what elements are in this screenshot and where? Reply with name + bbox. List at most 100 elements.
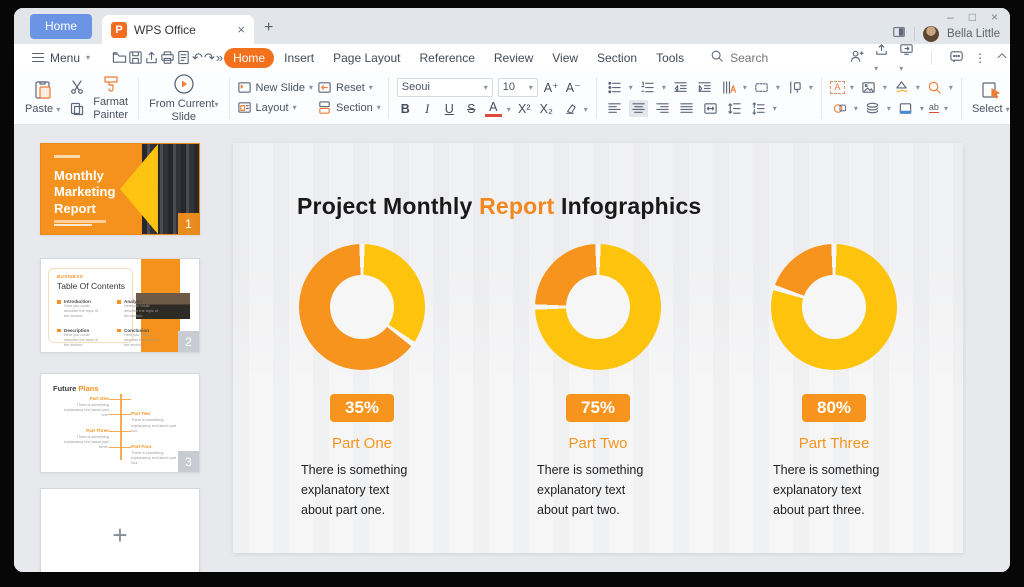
format-painter-button[interactable]: FarmatPainter [88, 74, 133, 121]
undo-icon[interactable]: ↶ [192, 48, 203, 68]
slide-canvas[interactable]: Project Monthly Report Infographics 35% … [233, 143, 963, 553]
superscript-button[interactable]: X² [516, 101, 533, 118]
more-commands-icon[interactable]: » [216, 48, 223, 68]
thumbnail-new-slide[interactable]: + [40, 488, 200, 572]
more-options-icon[interactable]: ⋮ [974, 51, 986, 65]
user-name[interactable]: Bella Little [947, 28, 1000, 40]
ribbon-tab-insert[interactable]: Insert [275, 48, 323, 68]
ribbon-tab-page-layout[interactable]: Page Layout [324, 48, 409, 68]
thumbnail-slide-3[interactable]: Future Plans Part OneThere is something … [40, 373, 200, 473]
divider [931, 51, 932, 65]
underline-button[interactable]: U [441, 101, 458, 118]
align-left-icon[interactable] [605, 100, 624, 117]
slide-thumbnail-panel[interactable]: Monthly Marketing Report 1 BUSINESS Tabl… [14, 125, 233, 572]
justify-icon[interactable] [677, 100, 696, 117]
close-window-button[interactable]: × [991, 11, 998, 23]
subtitle-line [54, 220, 106, 223]
font-size-select[interactable]: 10▾ [498, 78, 538, 97]
ribbon-tab-reference[interactable]: Reference [411, 48, 484, 68]
ribbon-tab-tools[interactable]: Tools [647, 48, 693, 68]
infographic-part-one[interactable]: 35% Part One There is something explanat… [280, 244, 444, 520]
add-slide-icon[interactable]: + [112, 520, 127, 551]
increase-font-button[interactable]: A⁺ [543, 79, 560, 96]
reset-button[interactable]: Reset▾ [317, 80, 381, 95]
decrease-font-button[interactable]: A⁻ [565, 79, 582, 96]
menu-button[interactable]: Menu ▾ [26, 49, 96, 67]
minimize-button[interactable]: – [947, 11, 954, 23]
align-right-icon[interactable] [653, 100, 672, 117]
ribbon-tab-section[interactable]: Section [588, 48, 646, 68]
search-box[interactable] [710, 49, 840, 66]
replace-icon[interactable]: ab [929, 103, 939, 114]
paragraph-spacing-icon[interactable] [749, 100, 768, 117]
subscript-button[interactable]: X₂ [538, 101, 555, 118]
search-input[interactable] [730, 51, 840, 65]
ribbon-tab-view[interactable]: View [543, 48, 587, 68]
donut-hole [330, 275, 394, 339]
slide-number-badge: 2 [178, 331, 199, 352]
cut-icon[interactable] [67, 78, 86, 95]
close-tab-icon[interactable]: × [237, 22, 245, 37]
thumbnail-slide-2[interactable]: BUSINESS Table Of Contents IntroductionH… [40, 258, 200, 353]
print-icon[interactable] [160, 48, 175, 68]
toc-item: DescriptionHere you could describe the t… [57, 328, 107, 348]
infographic-part-two[interactable]: 75% Part Two There is something explanat… [516, 244, 680, 520]
increase-indent-icon[interactable] [695, 79, 714, 96]
line-spacing-icon[interactable] [725, 100, 744, 117]
italic-button[interactable]: I [419, 101, 436, 118]
section-button[interactable]: Section▾ [317, 100, 381, 115]
insert-shape-icon[interactable] [830, 100, 849, 117]
upload-share-icon[interactable]: ▾ [874, 42, 889, 74]
find-icon[interactable] [925, 79, 944, 96]
workspace: Monthly Marketing Report 1 BUSINESS Tabl… [14, 125, 1010, 572]
numbered-list-icon[interactable] [638, 79, 657, 96]
collapse-ribbon-icon[interactable] [996, 50, 1008, 65]
play-from-current-slide-button[interactable]: From Current▾Slide [144, 72, 223, 123]
redo-icon[interactable]: ↷ [204, 48, 215, 68]
select-button[interactable]: Select ▾ [967, 79, 1010, 116]
text-direction-icon[interactable] [719, 79, 738, 96]
frame-icon[interactable] [896, 100, 915, 117]
comment-icon[interactable] [949, 49, 964, 67]
decrease-indent-icon[interactable] [671, 79, 690, 96]
new-slide-button[interactable]: New Slide▾ [237, 80, 314, 95]
strikethrough-button[interactable]: S [463, 101, 480, 118]
clear-format-icon[interactable] [560, 101, 579, 118]
layers-icon[interactable] [863, 100, 882, 117]
maximize-button[interactable]: □ [969, 11, 976, 23]
bullet-list-icon[interactable] [605, 79, 624, 96]
open-file-icon[interactable] [112, 48, 127, 68]
divider [961, 77, 962, 119]
export-icon[interactable] [144, 48, 159, 68]
layout-button[interactable]: Layout▾ [237, 100, 314, 115]
ribbon-tab-review[interactable]: Review [485, 48, 542, 68]
home-launcher-button[interactable]: Home [30, 14, 92, 39]
save-icon[interactable] [128, 48, 143, 68]
text-box-border-icon[interactable] [752, 79, 771, 96]
insert-text-box-icon[interactable]: A [830, 81, 845, 94]
slide-title[interactable]: Project Monthly Report Infographics [297, 193, 963, 220]
part-title: Part Two [569, 435, 628, 452]
split-view-icon[interactable] [892, 25, 906, 42]
part-description: There is something explanatory text abou… [773, 460, 895, 520]
bold-button[interactable]: B [397, 101, 414, 118]
vertical-text-icon[interactable] [785, 79, 804, 96]
share-user-icon[interactable] [849, 49, 864, 67]
document-tab[interactable]: P WPS Office × [102, 15, 254, 44]
copy-icon[interactable] [67, 100, 86, 117]
paste-button[interactable]: Paste ▾ [20, 79, 65, 116]
preview-icon[interactable] [176, 48, 191, 68]
distribute-text-icon[interactable] [701, 100, 720, 117]
fill-color-icon[interactable] [892, 79, 911, 96]
present-icon[interactable]: ▾ [899, 42, 914, 74]
avatar[interactable] [923, 26, 939, 42]
font-name-select[interactable]: Seoui▾ [397, 78, 493, 97]
infographic-part-three[interactable]: 80% Part Three There is something explan… [752, 244, 916, 520]
thumbnail-slide-1[interactable]: Monthly Marketing Report 1 [40, 143, 200, 235]
new-tab-button[interactable]: + [264, 19, 273, 37]
align-center-icon[interactable] [629, 100, 648, 117]
divider [229, 77, 230, 119]
ribbon-tab-home[interactable]: Home [224, 48, 274, 68]
font-color-button[interactable]: A [485, 102, 502, 117]
insert-picture-icon[interactable] [859, 79, 878, 96]
